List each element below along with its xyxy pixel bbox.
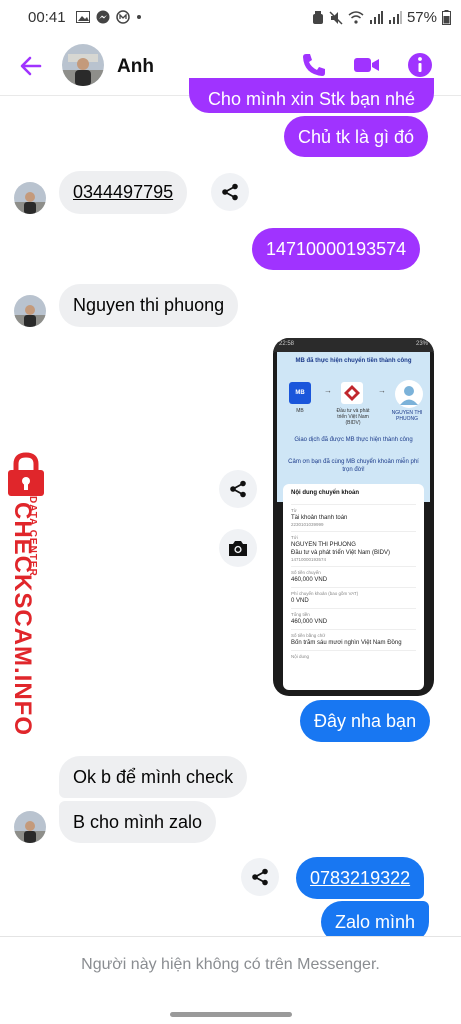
- watermark-subtext: DATA CENTER: [27, 496, 38, 577]
- checkscam-watermark: CHECKSCAM.INFO: [2, 452, 50, 736]
- att-value: 0 VND: [291, 598, 309, 604]
- mute-icon: [329, 10, 343, 25]
- att-label: Nội dung: [291, 654, 310, 659]
- message-incoming[interactable]: Nguyen thi phuong: [59, 284, 239, 327]
- att-value: Bốn trăm sáu mươi nghìn Việt Nam Đồng: [291, 640, 402, 646]
- phone-link[interactable]: 0344497795: [73, 182, 173, 202]
- arrow-icon: →: [324, 386, 332, 395]
- gallery-icon: [76, 11, 90, 23]
- status-time: 00:41: [28, 9, 66, 26]
- att-row: Tổng tiền 460,000 VND: [291, 608, 416, 629]
- share-icon: [230, 480, 246, 498]
- att-battery: 23%: [415, 341, 428, 347]
- battery-icon: [442, 10, 451, 25]
- message-outgoing-phone[interactable]: 0783219322: [296, 857, 425, 899]
- camera-icon: [229, 541, 247, 556]
- home-gesture-bar[interactable]: [170, 1012, 292, 1017]
- att-success-panel: MB đã thực hiện chuyển tiền thành công M…: [277, 352, 430, 502]
- wifi-icon: [348, 11, 364, 24]
- unavailable-notice: Người này hiện không có trên Messenger.: [0, 936, 461, 992]
- att-value: 460,000 VND: [291, 619, 328, 625]
- att-title: MB đã thực hiện chuyển tiền thành công: [295, 358, 412, 364]
- contact-avatar-small[interactable]: [14, 811, 46, 843]
- message-incoming[interactable]: B cho mình zalo: [59, 801, 217, 843]
- att-time: 22:58: [279, 341, 295, 347]
- message-outgoing-account[interactable]: 14710000193574: [252, 228, 421, 270]
- transfer-screenshot-image[interactable]: 22:58 23% MB đã thực hiện chuyển tiền thà…: [273, 338, 434, 696]
- notification-icons: [76, 10, 142, 24]
- phone-link[interactable]: 0783219322: [310, 868, 410, 888]
- message-outgoing[interactable]: Đây nha bạn: [300, 700, 431, 742]
- message-outgoing[interactable]: Chủ tk là gì đó: [284, 116, 429, 157]
- att-value: 460,000 VND: [291, 577, 328, 583]
- message-incoming-phone[interactable]: 0344497795: [59, 171, 188, 214]
- att-row: Nội dung: [291, 650, 416, 663]
- alarm-icon: [312, 10, 323, 24]
- att-row: Số tiền bằng chữ Bốn trăm sáu mươi nghìn…: [291, 629, 416, 650]
- battery-percent: 57%: [406, 9, 437, 26]
- dot-icon: [137, 15, 141, 19]
- message-text: Nguyen thi phuong: [73, 295, 225, 315]
- message-text: Chủ tk là gì đó: [298, 127, 415, 147]
- save-image-button[interactable]: [219, 529, 257, 567]
- att-desc2: Cảm ơn bạn đã cùng MB chuyển khoản miễn …: [288, 459, 419, 473]
- system-nav-bar: [0, 992, 461, 1024]
- status-bar: 00:41 57%: [0, 0, 461, 36]
- att-value-sub: Đầu tư và phát triển Việt Nam (BIDV): [291, 550, 390, 556]
- att-recipient: NGUYEN THI PHUONG: [391, 410, 423, 422]
- att-to-bank: Đầu tư và phát triển Việt Nam (BIDV): [336, 408, 370, 426]
- system-icons: 57%: [312, 9, 451, 26]
- share-button[interactable]: [219, 470, 257, 508]
- lock-icon: [8, 452, 44, 496]
- att-row: Số tiền chuyển 460,000 VND: [291, 566, 416, 587]
- recipient-avatar-icon: [395, 380, 423, 408]
- message-incoming[interactable]: Ok b để mình check: [59, 756, 248, 798]
- att-bank-logo-text: MB: [295, 390, 305, 396]
- share-icon: [252, 868, 268, 886]
- signal-icon: [369, 11, 383, 24]
- message-text: Đây nha bạn: [314, 711, 417, 731]
- message-text: Ok b để mình check: [73, 767, 234, 787]
- att-row: Phí chuyển khoản (bao gồm VAT) 0 VND: [291, 587, 416, 608]
- att-value: Tài khoản thanh toán: [291, 515, 348, 521]
- share-button[interactable]: [241, 858, 279, 896]
- message-text: B cho mình zalo: [73, 812, 203, 832]
- att-status-bar: 22:58 23%: [273, 338, 434, 352]
- message-text: Zalo mình: [335, 912, 416, 932]
- att-transfer-card: Nội dung chuyển khoản Từ Tài khoản thanh…: [283, 484, 424, 690]
- att-row: Tới NGUYEN THI PHUONG Đầu tư và phát tri…: [291, 531, 416, 566]
- app-m-icon: [116, 10, 130, 24]
- contact-avatar-small[interactable]: [14, 182, 46, 214]
- mb-logo-icon: MB: [289, 382, 311, 404]
- signal-icon-2: [388, 11, 402, 24]
- att-desc1: Giao dịch đã được MB thực hiện thành côn…: [294, 437, 413, 443]
- att-value-sub: 2230101039999: [291, 522, 324, 527]
- bidv-logo-icon: [341, 382, 363, 404]
- contact-avatar-small[interactable]: [14, 295, 46, 327]
- messenger-icon: [96, 10, 110, 24]
- att-row: Từ Tài khoản thanh toán 2230101039999: [291, 504, 416, 531]
- share-icon: [222, 183, 238, 201]
- message-text: 14710000193574: [266, 239, 407, 259]
- unavailable-text: Người này hiện không có trên Messenger.: [81, 956, 380, 973]
- arrow-icon: →: [378, 386, 386, 395]
- att-value-sub: 14710000193574: [291, 557, 327, 562]
- share-button[interactable]: [211, 173, 249, 211]
- att-value: NGUYEN THI PHUONG: [291, 542, 356, 548]
- att-card-title: Nội dung chuyển khoản: [291, 490, 360, 496]
- att-from-bank: MB: [296, 408, 304, 414]
